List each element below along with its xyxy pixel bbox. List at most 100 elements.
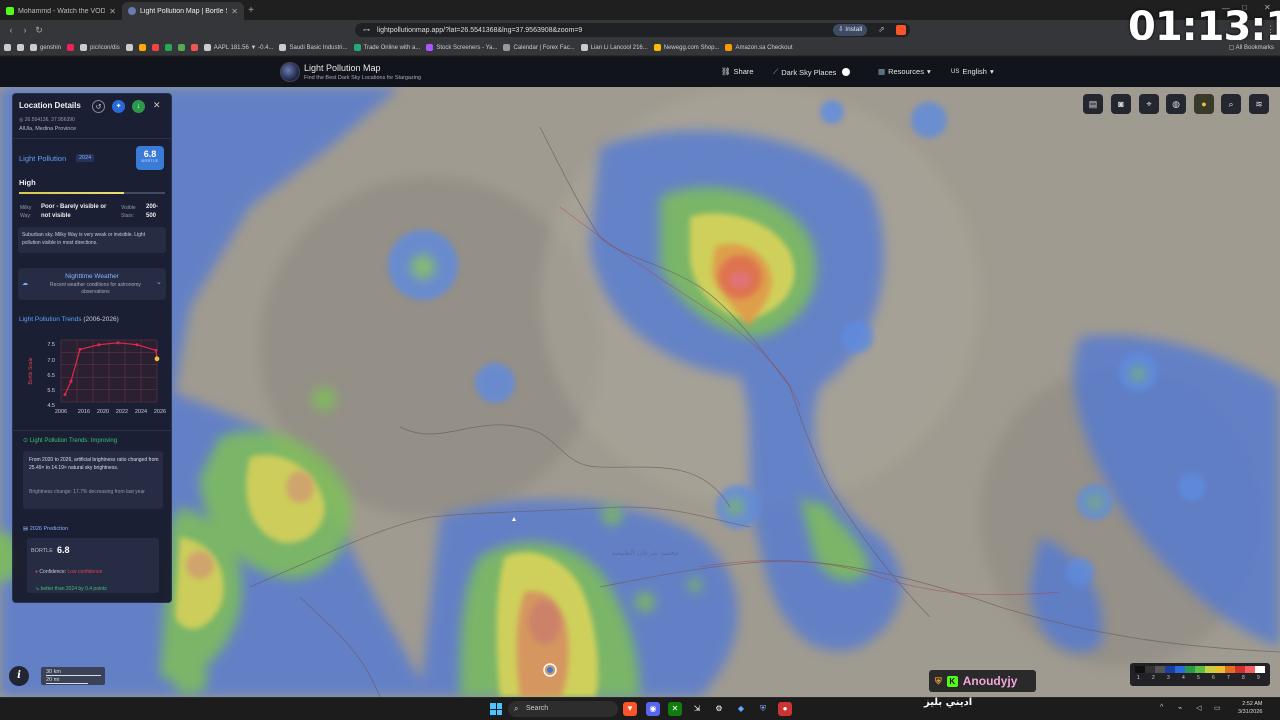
bookmark-icon bbox=[190, 44, 198, 51]
bookmark-label: Stock Screeners - Ya... bbox=[436, 44, 498, 51]
brave-shield-icon[interactable] bbox=[896, 25, 906, 35]
light-pollution-map[interactable]: محمية شرعان الطبيعية bbox=[0, 87, 1280, 697]
site-title[interactable]: Light Pollution Map bbox=[304, 63, 381, 73]
share-page-icon[interactable]: ⇗ bbox=[878, 25, 885, 34]
new-tab-button[interactable]: + bbox=[244, 5, 258, 16]
bookmark-item[interactable] bbox=[17, 44, 24, 51]
forward-icon[interactable]: › bbox=[18, 25, 32, 35]
xbox-icon[interactable]: ✕ bbox=[668, 702, 682, 716]
chart-ytick-label: 7.5 bbox=[47, 342, 55, 348]
map-scale: 30 km 20 mi bbox=[41, 667, 105, 685]
battery-icon[interactable]: ▭ bbox=[1214, 704, 1221, 712]
language-select[interactable]: US English ▾ bbox=[951, 67, 994, 76]
basemap-button[interactable]: ≋ bbox=[1249, 94, 1269, 114]
discord-icon[interactable]: ◉ bbox=[646, 702, 660, 716]
bookmark-item[interactable]: Saudi Basic Industri... bbox=[279, 44, 348, 51]
locate-button[interactable]: ⌖ bbox=[1139, 94, 1159, 114]
search-button[interactable]: ⌕ bbox=[1221, 94, 1241, 114]
bluesky-icon[interactable]: ✦ bbox=[112, 100, 125, 113]
bookmark-item[interactable]: Stock Screeners - Ya... bbox=[426, 44, 497, 51]
tab-kick-vod[interactable]: Mohammd - Watch the VOD on Kick ✕ bbox=[0, 2, 122, 20]
app-icon[interactable]: ◆ bbox=[734, 702, 748, 716]
panel-icon: ▤ bbox=[1088, 99, 1098, 109]
bookmark-item[interactable]: Newegg.com Shop... bbox=[653, 44, 719, 51]
legend-number: 4 bbox=[1182, 675, 1185, 681]
bookmark-item[interactable]: Amazon.sa Checkout bbox=[725, 44, 793, 51]
bookmark-item[interactable] bbox=[125, 44, 133, 51]
site-info-icon[interactable]: ⊶ bbox=[363, 26, 370, 34]
scale-km-bar: 30 km bbox=[46, 669, 101, 676]
screenshot-button[interactable]: ◙ bbox=[1111, 94, 1131, 114]
bookmark-item[interactable] bbox=[4, 44, 11, 51]
streamer-name: Anoudyjy bbox=[962, 674, 1018, 688]
bookmark-item[interactable] bbox=[177, 44, 185, 51]
streamer-overlay: ⛨ K Anoudyjy bbox=[929, 670, 1036, 692]
bookmark-item[interactable]: Trade Online with a... bbox=[353, 44, 420, 51]
bookmark-item[interactable]: Lian Li Lancool 216... bbox=[580, 44, 648, 51]
sun-moon-button[interactable]: ● bbox=[1194, 94, 1214, 114]
history-icon[interactable]: ↺ bbox=[92, 100, 105, 113]
bookmark-item[interactable] bbox=[67, 44, 75, 51]
bortle-legend[interactable]: 1 2 3 4 5 6 7 8 9 bbox=[1130, 663, 1270, 686]
layers-panel-button[interactable]: ▤ bbox=[1083, 94, 1103, 114]
brave-icon[interactable]: ▼ bbox=[623, 702, 637, 716]
bookmark-item[interactable]: pic/icon/dis bbox=[80, 44, 120, 51]
bookmark-item[interactable] bbox=[164, 44, 172, 51]
chart-data-point bbox=[63, 392, 67, 396]
bookmark-item[interactable]: Calendar | Forex Fac... bbox=[503, 44, 575, 51]
bookmark-item[interactable]: genshin bbox=[30, 44, 61, 51]
sky-description: Suburban sky. Milky Way is very weak or … bbox=[22, 232, 146, 246]
wifi-icon[interactable]: ⌁ bbox=[1178, 704, 1182, 712]
steam-icon[interactable]: ⚙ bbox=[712, 702, 726, 716]
location-marker-dot bbox=[547, 667, 553, 673]
tab-light-pollution-map[interactable]: Light Pollution Map | Bortle Scale ✕ bbox=[122, 2, 244, 20]
chart-data-point bbox=[97, 343, 101, 347]
coordinates-text: 26.554136, 37.956390 bbox=[24, 117, 75, 123]
windows-start-icon[interactable] bbox=[490, 703, 502, 715]
search-icon: ⌕ bbox=[1228, 99, 1234, 109]
close-icon[interactable]: ✕ bbox=[109, 7, 116, 16]
close-icon[interactable]: ✕ bbox=[153, 100, 161, 111]
record-icon[interactable]: ● bbox=[778, 702, 792, 716]
url-bar[interactable]: ⊶ lightpollutionmap.app/?lat=26.5541368&… bbox=[355, 23, 910, 37]
download-icon[interactable]: ↓ bbox=[132, 100, 145, 113]
better-text: better than 2024 by 0.4 points bbox=[40, 586, 107, 592]
pollution-level-track bbox=[124, 192, 165, 194]
dark-sky-places-toggle[interactable]: ⟋ Dark Sky Places bbox=[773, 67, 851, 77]
info-button[interactable]: i bbox=[9, 666, 29, 686]
nighttime-weather-section[interactable]: ☁ Nighttime Weather Recent weather condi… bbox=[18, 268, 166, 300]
globe-button[interactable]: ◍ bbox=[1166, 94, 1186, 114]
system-clock[interactable]: 2:52 AM 3/31/2026 bbox=[1238, 700, 1262, 716]
share-button[interactable]: ⛓ Share bbox=[721, 67, 754, 76]
close-icon[interactable]: ✕ bbox=[231, 7, 238, 16]
chevron-down-icon[interactable]: ⌄ bbox=[156, 278, 162, 286]
bookmark-icon bbox=[125, 44, 133, 51]
bookmark-item[interactable] bbox=[138, 44, 146, 51]
bookmark-item[interactable]: AAPL 181.56 ▼ -0.4... bbox=[203, 44, 273, 51]
chart-ylabel: Bortle Scale bbox=[28, 357, 34, 384]
volume-icon[interactable]: ◁ bbox=[1196, 704, 1201, 712]
legend-number: 5 bbox=[1197, 675, 1200, 681]
bookmark-item[interactable] bbox=[190, 44, 198, 51]
reload-icon[interactable]: ↻ bbox=[32, 25, 46, 36]
legend-swatch bbox=[1245, 666, 1255, 673]
weather-subtitle: Recent weather conditions for astronomy … bbox=[50, 282, 141, 295]
shield-app-icon[interactable]: ⛨ bbox=[756, 702, 770, 716]
bookmark-icon bbox=[503, 44, 511, 51]
trends-range: (2006-2026) bbox=[83, 316, 119, 323]
back-icon[interactable]: ‹ bbox=[4, 25, 18, 35]
taskbar-search[interactable]: ⌕ Search bbox=[508, 701, 618, 717]
year-badge: 2024 bbox=[76, 154, 95, 162]
bookmark-icon bbox=[177, 44, 185, 51]
tab-label: Light Pollution Map | Bortle Scale bbox=[140, 7, 227, 15]
epic-icon[interactable]: ⇲ bbox=[690, 702, 704, 716]
tray-arrow-icon[interactable]: ^ bbox=[1160, 704, 1163, 711]
map-canvas[interactable]: محمية شرعان الطبيعية bbox=[0, 87, 1280, 697]
trends-title-text: Light Pollution Trends bbox=[19, 316, 82, 323]
site-logo[interactable] bbox=[280, 62, 300, 82]
bookmark-item[interactable] bbox=[151, 44, 159, 51]
all-bookmarks[interactable]: ▢ All Bookmarks bbox=[1229, 44, 1274, 51]
install-app-button[interactable]: ⇩ Install bbox=[833, 24, 868, 36]
resources-menu[interactable]: ▦ Resources ▾ bbox=[878, 67, 931, 76]
legend-swatch bbox=[1185, 666, 1195, 673]
